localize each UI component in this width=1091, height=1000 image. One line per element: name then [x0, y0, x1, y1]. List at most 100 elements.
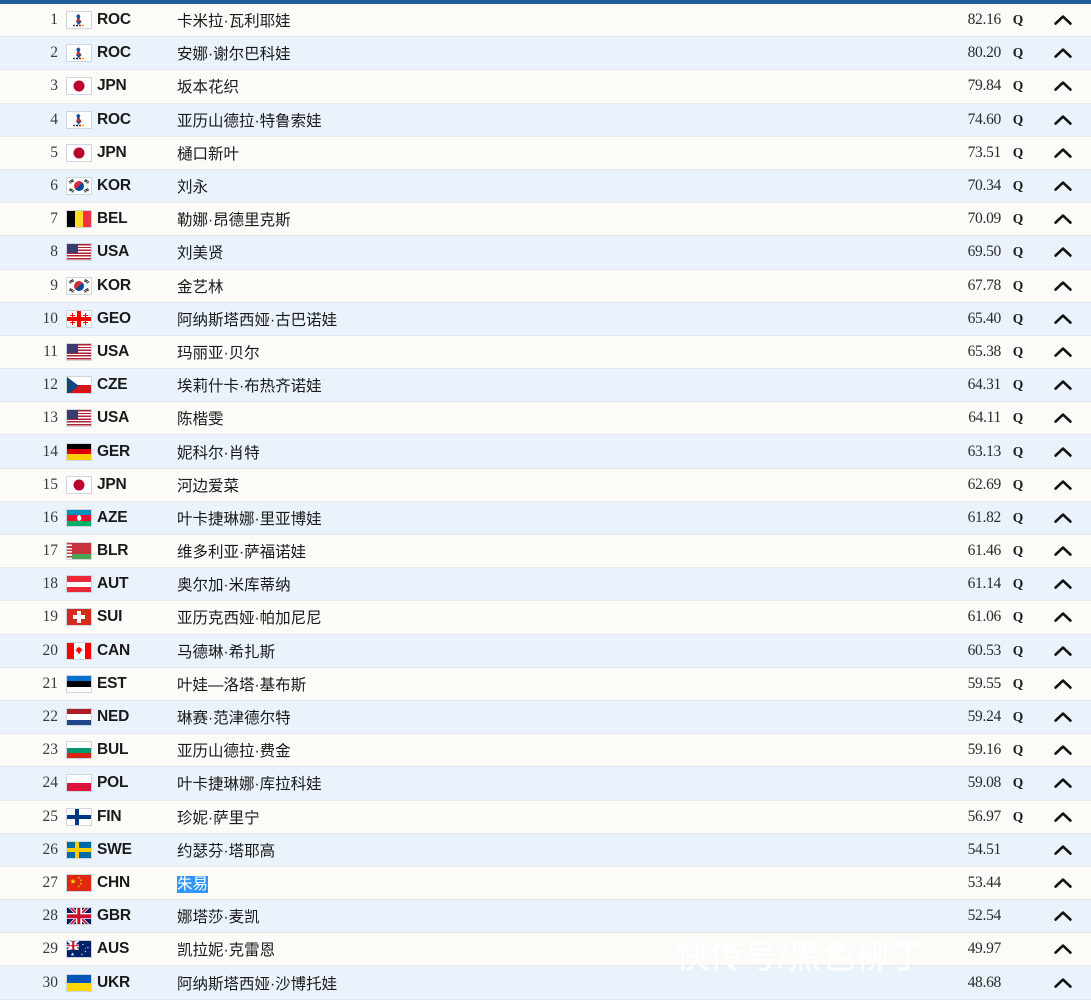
athlete-name[interactable]: 亚历克西娅·帕加尼尼: [149, 606, 923, 628]
expand-row-button[interactable]: [1035, 678, 1091, 690]
expand-row-button[interactable]: [1035, 711, 1091, 723]
athlete-name[interactable]: 河边爱菜: [149, 474, 923, 496]
table-row[interactable]: 10 GEO 阿纳斯塔西娅·古巴诺娃 65.40 Q: [0, 302, 1091, 336]
expand-row-button[interactable]: [1035, 977, 1091, 989]
athlete-name[interactable]: 凯拉妮·克雷恩: [149, 938, 923, 960]
expand-row-button[interactable]: [1035, 611, 1091, 623]
expand-row-button[interactable]: [1035, 877, 1091, 889]
athlete-name[interactable]: 刘永: [149, 175, 923, 197]
score-cell: 59.24: [967, 708, 1002, 726]
expand-row-button[interactable]: [1035, 479, 1091, 491]
expand-row-button[interactable]: [1035, 943, 1091, 955]
expand-row-button[interactable]: [1035, 80, 1091, 92]
athlete-name[interactable]: 叶卡捷琳娜·里亚博娃: [149, 507, 923, 529]
table-row[interactable]: 22 NED 琳赛·范津德尔特 59.24 Q: [0, 700, 1091, 735]
table-row[interactable]: 20 CAN 马德琳·希扎斯 60.53 Q: [0, 634, 1091, 668]
athlete-name[interactable]: 维多利亚·萨福诺娃: [149, 540, 923, 562]
athlete-name[interactable]: 金艺林: [149, 275, 923, 297]
expand-row-button[interactable]: [1035, 446, 1091, 458]
table-row[interactable]: 19 SUI 亚历克西娅·帕加尼尼 61.06 Q: [0, 601, 1091, 635]
athlete-name[interactable]: 娜塔莎·麦凯: [149, 905, 923, 927]
expand-row-button[interactable]: [1035, 412, 1091, 424]
expand-row-button[interactable]: [1035, 180, 1091, 192]
expand-row-button[interactable]: [1035, 379, 1091, 391]
expand-row-button[interactable]: [1035, 246, 1091, 258]
athlete-name[interactable]: 勒娜·昂德里克斯: [149, 208, 923, 230]
expand-row-button[interactable]: [1035, 578, 1091, 590]
table-row[interactable]: 9 KOR 金艺林 67.78 Q: [0, 269, 1091, 303]
athlete-name[interactable]: 樋口新叶: [149, 142, 923, 164]
table-row[interactable]: 14 GER 妮科尔·肖特 63.13 Q: [0, 435, 1091, 469]
expand-row-button[interactable]: [1035, 512, 1091, 524]
expand-row-button[interactable]: [1035, 47, 1091, 59]
athlete-name[interactable]: 安娜·谢尔巴科娃: [149, 42, 923, 64]
athlete-name[interactable]: 陈楷雯: [149, 407, 923, 429]
flag-icon-chn: [66, 873, 92, 892]
expand-row-button[interactable]: [1035, 910, 1091, 922]
athlete-name[interactable]: 马德琳·希扎斯: [149, 640, 923, 662]
expand-row-button[interactable]: [1035, 313, 1091, 325]
athlete-name[interactable]: 坂本花织: [149, 75, 923, 97]
table-row[interactable]: 6 KOR 刘永 70.34 Q: [0, 169, 1091, 204]
expand-row-button[interactable]: [1035, 213, 1091, 225]
expand-row-button[interactable]: [1035, 346, 1091, 358]
table-row[interactable]: 1 ROC 卡米拉·瓦利耶娃 82.16 Q: [0, 4, 1091, 38]
noc-code: USA: [97, 342, 130, 360]
table-row[interactable]: 29 AUS 凯拉妮·克雷恩 49.97: [0, 933, 1091, 967]
athlete-name[interactable]: 卡米拉·瓦利耶娃: [149, 9, 923, 31]
athlete-name[interactable]: 亚历山德拉·特鲁索娃: [149, 109, 923, 131]
athlete-name[interactable]: 朱易: [149, 872, 923, 894]
table-row[interactable]: 21 EST 叶娃—洛塔·基布斯 59.55 Q: [0, 667, 1091, 701]
athlete-name[interactable]: 玛丽亚·贝尔: [149, 341, 923, 363]
athlete-name[interactable]: 叶娃—洛塔·基布斯: [149, 673, 923, 695]
expand-row-button[interactable]: [1035, 14, 1091, 26]
athlete-name[interactable]: 约瑟芬·塔耶高: [149, 839, 923, 861]
table-row[interactable]: 17 BLR 维多利亚·萨福诺娃 61.46 Q: [0, 535, 1091, 569]
expand-row-button[interactable]: [1035, 811, 1091, 823]
expand-row-button[interactable]: [1035, 844, 1091, 856]
table-row[interactable]: 26 SWE 约瑟芬·塔耶高 54.51: [0, 833, 1091, 867]
expand-row-button[interactable]: [1035, 114, 1091, 126]
athlete-name[interactable]: 琳赛·范津德尔特: [149, 706, 923, 728]
table-row[interactable]: 25 FIN 珍妮·萨里宁 56.97 Q: [0, 800, 1091, 834]
expand-row-button[interactable]: [1035, 147, 1091, 159]
qualified-badge: Q: [1012, 609, 1024, 625]
table-row[interactable]: 15 JPN 河边爱菜 62.69 Q: [0, 468, 1091, 502]
table-row[interactable]: 27 CHN 朱易 53.44: [0, 866, 1091, 901]
athlete-name[interactable]: 妮科尔·肖特: [149, 441, 923, 463]
table-row[interactable]: 18 AUT 奥尔加·米库蒂纳 61.14 Q: [0, 568, 1091, 602]
table-row[interactable]: 28 GBR 娜塔莎·麦凯 52.54: [0, 900, 1091, 934]
athlete-name[interactable]: 埃莉什卡·布热齐诺娃: [149, 374, 923, 396]
expand-row-button[interactable]: [1035, 280, 1091, 292]
qualified-badge: Q: [1012, 144, 1024, 160]
expand-row-button[interactable]: [1035, 545, 1091, 557]
noc-code: JPN: [97, 143, 127, 161]
athlete-name[interactable]: 亚历山德拉·费金: [149, 739, 923, 761]
table-row[interactable]: 4 ROC 亚历山德拉·特鲁索娃 74.60 Q: [0, 103, 1091, 137]
score-cell: 61.82: [967, 508, 1002, 526]
athlete-name[interactable]: 奥尔加·米库蒂纳: [149, 573, 923, 595]
expand-row-button[interactable]: [1035, 777, 1091, 789]
table-row[interactable]: 8 USA 刘美贤 69.50 Q: [0, 236, 1091, 270]
athlete-name[interactable]: 叶卡捷琳娜·库拉科娃: [149, 772, 923, 794]
athlete-name[interactable]: 珍妮·萨里宁: [149, 806, 923, 828]
expand-row-button[interactable]: [1035, 744, 1091, 756]
expand-row-button[interactable]: [1035, 645, 1091, 657]
table-row[interactable]: 3 JPN 坂本花织 79.84 Q: [0, 70, 1091, 104]
athlete-name[interactable]: 刘美贤: [149, 241, 923, 263]
noc-code: BEL: [97, 210, 128, 228]
table-row[interactable]: 5 JPN 樋口新叶 73.51 Q: [0, 136, 1091, 170]
rank-cell: 7: [50, 210, 58, 228]
table-row[interactable]: 24 POL 叶卡捷琳娜·库拉科娃 59.08 Q: [0, 767, 1091, 801]
qualified-badge: Q: [1012, 310, 1024, 326]
table-row[interactable]: 13 USA 陈楷雯 64.11 Q: [0, 402, 1091, 436]
table-row[interactable]: 7 BEL 勒娜·昂德里克斯 70.09 Q: [0, 203, 1091, 237]
score-cell: 80.20: [967, 44, 1002, 62]
athlete-name[interactable]: 阿纳斯塔西娅·沙博托娃: [149, 972, 923, 994]
table-row[interactable]: 23 BUL 亚历山德拉·费金 59.16 Q: [0, 734, 1091, 768]
table-row[interactable]: 11 USA 玛丽亚·贝尔 65.38 Q: [0, 335, 1091, 370]
table-row[interactable]: 16 AZE 叶卡捷琳娜·里亚博娃 61.82 Q: [0, 501, 1091, 535]
athlete-name[interactable]: 阿纳斯塔西娅·古巴诺娃: [149, 308, 923, 330]
table-row[interactable]: 12 CZE 埃莉什卡·布热齐诺娃 64.31 Q: [0, 369, 1091, 403]
table-row[interactable]: 2 ROC 安娜·谢尔巴科娃 80.20 Q: [0, 37, 1091, 71]
